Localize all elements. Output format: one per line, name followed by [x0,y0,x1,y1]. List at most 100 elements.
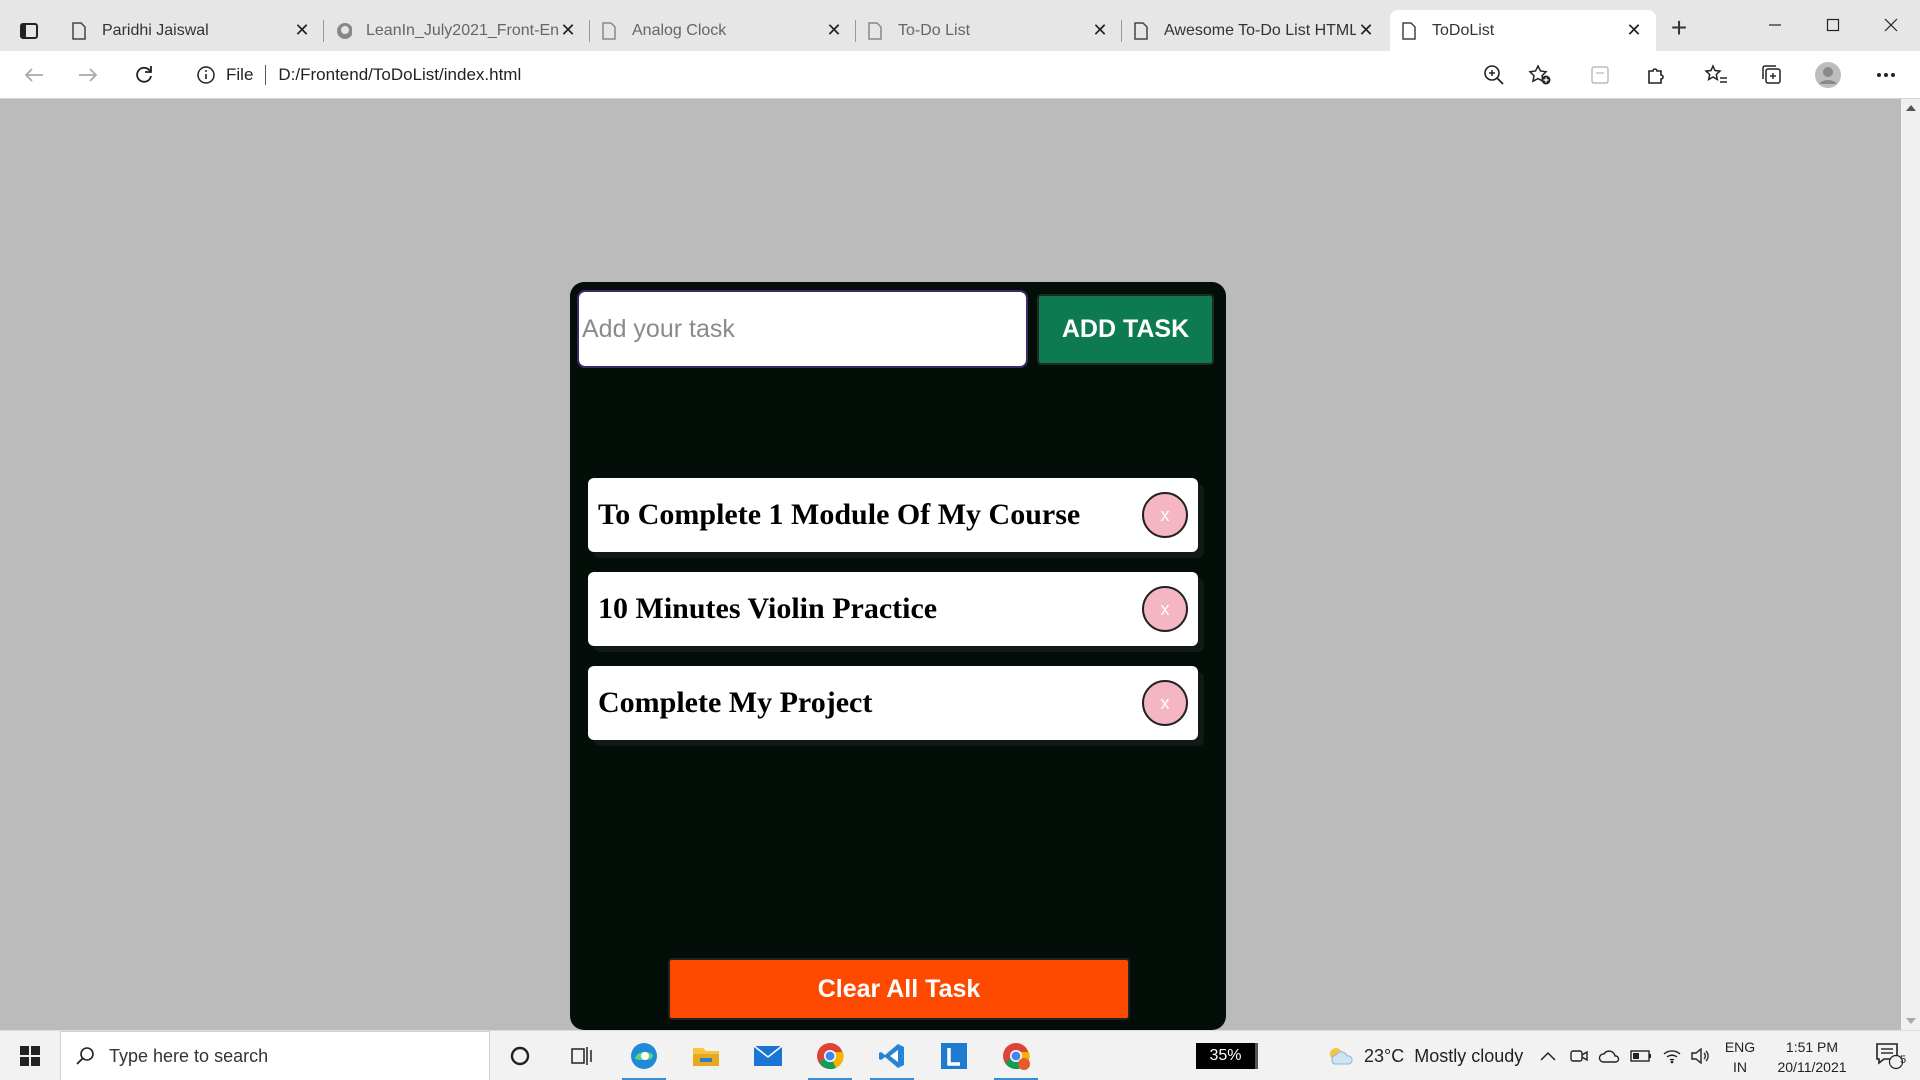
refresh-button[interactable] [128,59,160,91]
tab-title: Awesome To-Do List HTML [1164,21,1356,39]
tab-leanin[interactable]: LeanIn_July2021_Front-End ✕ [324,10,590,51]
weather-widget[interactable]: 23°C Mostly cloudy [1326,1031,1523,1080]
address-bar[interactable]: File D:/Frontend/ToDoList/index.html [180,57,1560,93]
windows-taskbar: Type here to search 35% 23°C Mostly clou… [0,1030,1920,1080]
language-indicator[interactable]: ENG IN [1720,1037,1760,1077]
volume-icon[interactable] [1690,1048,1710,1064]
tab-analog-clock[interactable]: Analog Clock ✕ [590,10,856,51]
system-tray [1540,1031,1710,1080]
edge-icon [631,1043,657,1069]
divider [265,65,267,85]
wifi-icon[interactable] [1662,1048,1682,1064]
onedrive-icon[interactable] [1598,1049,1620,1063]
battery-indicator[interactable]: 35% [1196,1043,1258,1069]
chrome-taskbar-app[interactable] [802,1031,858,1080]
clear-all-button[interactable]: Clear All Task [668,958,1130,1020]
tab-title: Analog Clock [632,21,727,39]
tab-actions-icon [20,23,38,39]
search-placeholder: Type here to search [109,1045,269,1066]
chrome-profile-taskbar-app[interactable] [988,1031,1044,1080]
zoom-in-icon [1484,65,1504,85]
vscode-taskbar-app[interactable] [864,1031,920,1080]
task-list: To Complete 1 Module Of My Course x 10 M… [588,478,1198,760]
delete-task-button[interactable]: x [1142,492,1188,538]
delete-task-button[interactable]: x [1142,680,1188,726]
page-icon [72,21,88,40]
info-icon[interactable] [196,65,216,85]
star-add-icon [1528,64,1551,85]
tab-paridhi-jaiswal[interactable]: Paridhi Jaiswal ✕ [60,10,324,51]
page-icon [868,21,884,40]
mail-taskbar-app[interactable] [740,1031,796,1080]
task-view-button[interactable] [554,1031,610,1080]
scheme-label: File [226,65,254,84]
task-text: To Complete 1 Module Of My Course [598,498,1081,531]
cortana-button[interactable] [492,1031,548,1080]
start-button[interactable] [0,1031,60,1080]
notification-center-button[interactable]: 5 [1862,1031,1918,1080]
task-input[interactable] [577,290,1028,368]
tab-to-do-list[interactable]: To-Do List ✕ [856,10,1122,51]
tab-strip: Paridhi Jaiswal ✕ LeanIn_July2021_Front-… [0,0,1920,51]
browser-toolbar: File D:/Frontend/ToDoList/index.html [0,51,1920,99]
tab-awesome-todo[interactable]: Awesome To-Do List HTML ✕ [1122,10,1388,51]
settings-menu-button[interactable] [1870,59,1902,91]
vertical-scrollbar[interactable] [1901,99,1920,1030]
notification-count: 5 [1899,1054,1907,1066]
profile-button[interactable] [1812,59,1844,91]
chevron-up-icon[interactable] [1540,1051,1556,1061]
extensions-button[interactable] [1640,59,1672,91]
lang-line1: ENG [1724,1039,1756,1055]
reading-view-icon [1591,66,1609,84]
close-icon[interactable]: ✕ [1090,20,1110,41]
maximize-button[interactable] [1810,10,1856,40]
edge-taskbar-app[interactable] [616,1031,672,1080]
github-icon [336,22,352,40]
scroll-down-icon[interactable] [1906,1018,1916,1024]
close-icon[interactable]: ✕ [292,20,312,41]
task-item: To Complete 1 Module Of My Course x [588,478,1198,552]
tab-actions-button[interactable] [14,16,44,46]
reading-view-button[interactable] [1584,59,1616,91]
task-text: 10 Minutes Violin Practice [598,592,938,625]
weather-condition: Mostly cloudy [1414,1045,1524,1066]
page-icon [1402,21,1418,40]
close-icon[interactable]: ✕ [558,20,578,41]
battery-icon[interactable] [1630,1050,1652,1062]
collections-icon [1762,65,1781,84]
maximize-icon [1826,18,1840,32]
l-app-icon [941,1043,967,1069]
back-button[interactable] [18,59,50,91]
file-explorer-taskbar-app[interactable] [678,1031,734,1080]
add-task-button[interactable]: ADD TASK [1037,294,1214,365]
delete-task-button[interactable]: x [1142,586,1188,632]
close-window-button[interactable] [1868,10,1914,40]
taskbar-clock[interactable]: 1:51 PM 20/11/2021 [1762,1037,1862,1077]
new-tab-button[interactable]: + [1664,14,1694,44]
task-item: Complete My Project x [588,666,1198,740]
close-icon[interactable]: ✕ [1624,20,1644,41]
tab-todolist-active[interactable]: ToDoList ✕ [1390,10,1656,51]
clock-time: 1:51 PM [1785,1039,1839,1055]
l-app-taskbar-app[interactable] [926,1031,982,1080]
zoom-button[interactable] [1478,59,1510,91]
arrow-left-icon [24,68,43,82]
meet-now-icon[interactable] [1570,1048,1588,1064]
minimize-button[interactable] [1752,10,1798,40]
close-icon[interactable]: ✕ [824,20,844,41]
forward-button[interactable] [72,59,104,91]
add-favorite-button[interactable] [1524,59,1556,91]
tab-title: To-Do List [898,21,971,39]
close-icon[interactable]: ✕ [1356,20,1376,41]
collections-button[interactable] [1756,59,1788,91]
tab-title: ToDoList [1432,21,1495,39]
page-icon [602,21,618,40]
url-text[interactable]: D:/Frontend/ToDoList/index.html [278,65,521,85]
scroll-up-icon[interactable] [1906,105,1916,111]
page-icon [1134,21,1150,40]
task-text: Complete My Project [598,686,873,719]
folder-icon [693,1048,719,1066]
refresh-icon [136,66,152,83]
taskbar-search[interactable]: Type here to search [60,1031,490,1080]
favorites-button[interactable] [1700,59,1732,91]
